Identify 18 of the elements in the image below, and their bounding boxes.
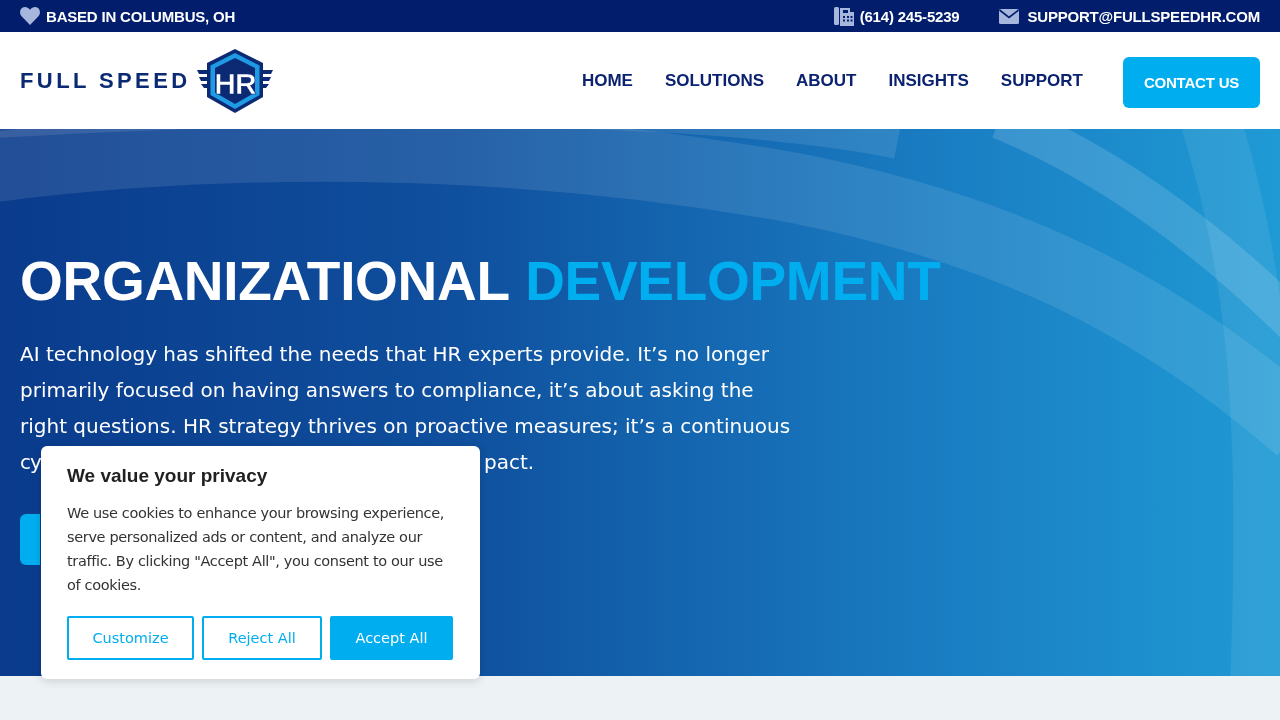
phone-link[interactable]: (614) 245-5239 <box>859 7 960 25</box>
cookie-title: We value your privacy <box>67 464 269 488</box>
nav-link[interactable]: INSIGHTS <box>888 70 969 91</box>
envelope-icon <box>999 8 1020 24</box>
cookie-text: We use cookies to enhance your browsing experience, serve personalized ads or content, and analyze our traffic. By clicking "Accept All", you consent to our use of cookies. <box>67 504 446 595</box>
nav-link[interactable]: HOME <box>581 70 633 91</box>
heart-icon <box>20 7 40 25</box>
nav-link[interactable]: ABOUT <box>796 70 857 91</box>
logo-text[interactable]: FULL SPEED <box>20 67 191 94</box>
cta-button[interactable] <box>20 514 40 565</box>
location-text: BASED IN COLUMBUS, OH <box>46 7 236 25</box>
desk-phone-icon <box>833 6 854 26</box>
nav-link[interactable]: SOLUTIONS <box>664 70 765 91</box>
email-link[interactable]: SUPPORT@FULLSPEEDHR.COM <box>1027 7 1260 25</box>
hero-heading: ORGANIZATIONAL DEVELOPMENT <box>20 251 941 311</box>
nav-link[interactable]: SUPPORT <box>1000 70 1083 91</box>
hero-description-fragment: cy <box>20 449 41 476</box>
hero-description-fragment: pact. <box>484 449 535 476</box>
